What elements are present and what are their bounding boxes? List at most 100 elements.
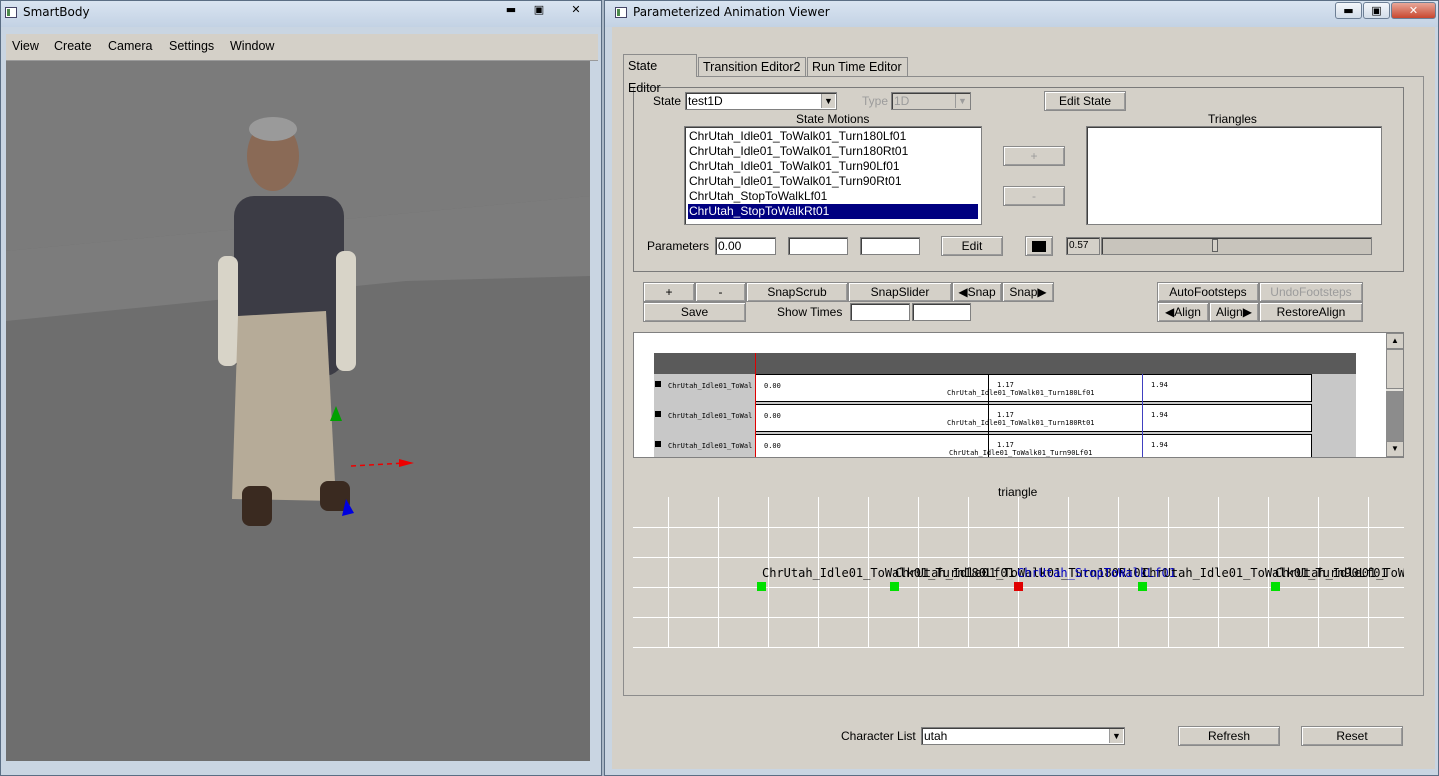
snap-left-button[interactable]: ◀Snap (952, 282, 1002, 302)
undofootsteps-button[interactable]: UndoFootsteps (1259, 282, 1363, 302)
edit-params-button[interactable]: Edit (941, 236, 1003, 256)
timeline-row[interactable]: ChrUtah_Idle01_ToWalk01_Turn180Lf01 0.00… (654, 374, 1356, 403)
timeline-header (654, 353, 1356, 374)
row-marker-icon (655, 411, 661, 417)
keytime-line[interactable] (1142, 374, 1143, 457)
snap-right-label: Snap (1009, 285, 1038, 299)
maximize-icon[interactable]: ▣ (527, 2, 551, 19)
save-button[interactable]: Save (643, 302, 746, 322)
list-item[interactable]: ChrUtah_Idle01_ToWalk01_Turn180Rt01 (688, 144, 978, 159)
row-marker-icon (655, 381, 661, 387)
timeline-row[interactable]: ChrUtah_Idle01_ToWalk01_Turn180Rt01 0.00… (654, 404, 1356, 433)
timeline-row[interactable]: ChrUtah_Idle01_ToWalk01_Turn90Lf01 0.00 … (654, 434, 1356, 457)
tab-runtime-editor[interactable]: Run Time Editor (807, 57, 908, 76)
minimize-icon[interactable]: ▬ (499, 2, 523, 19)
character-combobox[interactable]: utah ▼ (921, 727, 1125, 745)
list-item[interactable]: ChrUtah_StopToWalkLf01 (688, 189, 978, 204)
show-times-label: Show Times (777, 305, 843, 319)
window-title: SmartBody (23, 5, 90, 19)
triangles-list[interactable] (1086, 126, 1382, 225)
scroll-thumb[interactable] (1386, 349, 1403, 389)
autofootsteps-button[interactable]: AutoFootsteps (1157, 282, 1259, 302)
restorealign-button[interactable]: RestoreAlign (1259, 302, 1363, 322)
motion-point[interactable] (890, 582, 899, 591)
timeline-panel[interactable]: ChrUtah_Idle01_ToWalk01_Turn180Lf01 0.00… (633, 332, 1404, 458)
color-swatch (1032, 241, 1046, 252)
scroll-down-icon[interactable]: ▼ (1386, 441, 1403, 457)
close-icon[interactable]: ✕ (563, 2, 589, 19)
parameters-label: Parameters (647, 239, 710, 253)
grid-line (668, 497, 669, 647)
chevron-down-icon[interactable]: ▼ (821, 94, 835, 108)
viewer-titlebar[interactable]: Parameterized Animation Viewer ▬ ▣ ✕ (605, 1, 1438, 27)
edit-state-button[interactable]: Edit State (1044, 91, 1126, 111)
color-swatch-button[interactable] (1025, 236, 1053, 256)
app-icon (5, 7, 17, 18)
character-value: utah (924, 729, 948, 743)
state-motions-label: State Motions (796, 112, 870, 126)
list-item[interactable]: ChrUtah_Idle01_ToWalk01_Turn90Lf01 (688, 159, 978, 174)
motion-point[interactable] (1271, 582, 1280, 591)
tab-transition-editor[interactable]: Transition Editor2 (698, 57, 806, 76)
state-motions-list[interactable]: ChrUtah_Idle01_ToWalk01_Turn180Lf01 ChrU… (684, 126, 982, 225)
menu-window[interactable]: Window (230, 39, 274, 53)
row-track[interactable] (755, 404, 1312, 432)
state-value: test1D (688, 94, 723, 108)
close-icon[interactable]: ✕ (1391, 2, 1436, 19)
state-combobox[interactable]: test1D ▼ (685, 92, 837, 110)
param-y-input[interactable] (788, 237, 848, 255)
grid-line (718, 497, 719, 647)
point-label: ChrUtah_Idle01_ToWalk01_Turn90Rt01 (1275, 566, 1404, 580)
list-item[interactable]: ChrUtah_Idle01_ToWalk01_Turn180Lf01 (688, 129, 978, 144)
keytime-line[interactable] (988, 374, 989, 457)
minimize-icon[interactable]: ▬ (1335, 2, 1362, 19)
motion-point-selected[interactable] (1014, 582, 1023, 591)
tab-state-editor[interactable]: State Editor (623, 54, 697, 95)
playhead-line[interactable] (755, 353, 756, 457)
snap-left-label: Snap (967, 285, 996, 299)
menu-camera[interactable]: Camera (108, 39, 152, 53)
motion-point[interactable] (757, 582, 766, 591)
scroll-up-icon[interactable]: ▲ (1386, 333, 1403, 349)
list-item[interactable]: ChrUtah_Idle01_ToWalk01_Turn90Rt01 (688, 174, 978, 189)
chevron-down-icon[interactable]: ▼ (1109, 729, 1123, 743)
snap-right-button[interactable]: Snap▶ (1002, 282, 1054, 302)
show-times-start-input[interactable] (850, 303, 910, 321)
skip-forward-icon: ▶ (1037, 285, 1047, 299)
timeline-scrollbar[interactable]: ▲ ▼ (1386, 333, 1403, 457)
time-slider[interactable] (1101, 237, 1372, 255)
snapslider-button[interactable]: SnapSlider (848, 282, 952, 302)
menu-create[interactable]: Create (54, 39, 92, 53)
align-right-button[interactable]: Align▶ (1209, 302, 1259, 322)
align-left-button[interactable]: ◀Align (1157, 302, 1209, 322)
row-label: ChrUtah_Idle01_ToWalk01_Turn180Rt01 (668, 412, 753, 420)
time-value: 0.00 (764, 442, 781, 450)
smartbody-titlebar[interactable]: SmartBody ▬ ▣ ✕ (1, 1, 601, 27)
row-marker-icon (655, 441, 661, 447)
menu-view[interactable]: View (12, 39, 39, 53)
list-item-selected[interactable]: ChrUtah_StopToWalkRt01 (688, 204, 978, 219)
snapscrub-button[interactable]: SnapScrub (746, 282, 848, 302)
3d-viewport[interactable] (6, 61, 590, 761)
slider-thumb[interactable] (1212, 239, 1218, 252)
skip-forward-icon: ▶ (1242, 305, 1252, 319)
motion-point[interactable] (1138, 582, 1147, 591)
param-z-input[interactable] (860, 237, 920, 255)
row-track[interactable] (755, 374, 1312, 402)
remove-motion-button[interactable]: - (1003, 186, 1065, 206)
refresh-button[interactable]: Refresh (1178, 726, 1280, 746)
maximize-icon[interactable]: ▣ (1363, 2, 1390, 19)
time-value: 0.00 (764, 382, 781, 390)
triangle-plot[interactable]: ChrUtah_Idle01_ToWalk01_Turn180Lf01 ChrU… (633, 497, 1404, 661)
slider-value: 0.57 (1069, 240, 1089, 251)
triangles-label: Triangles (1208, 112, 1257, 126)
show-times-end-input[interactable] (912, 303, 971, 321)
minus-button[interactable]: - (695, 282, 746, 302)
menubar: View Create Camera Settings Window (6, 34, 598, 61)
plus-button[interactable]: + (643, 282, 695, 302)
add-motion-button[interactable]: + (1003, 146, 1065, 166)
time-value: 1.17 (997, 441, 1014, 449)
param-x-input[interactable]: 0.00 (715, 237, 776, 255)
reset-button[interactable]: Reset (1301, 726, 1403, 746)
menu-settings[interactable]: Settings (169, 39, 214, 53)
